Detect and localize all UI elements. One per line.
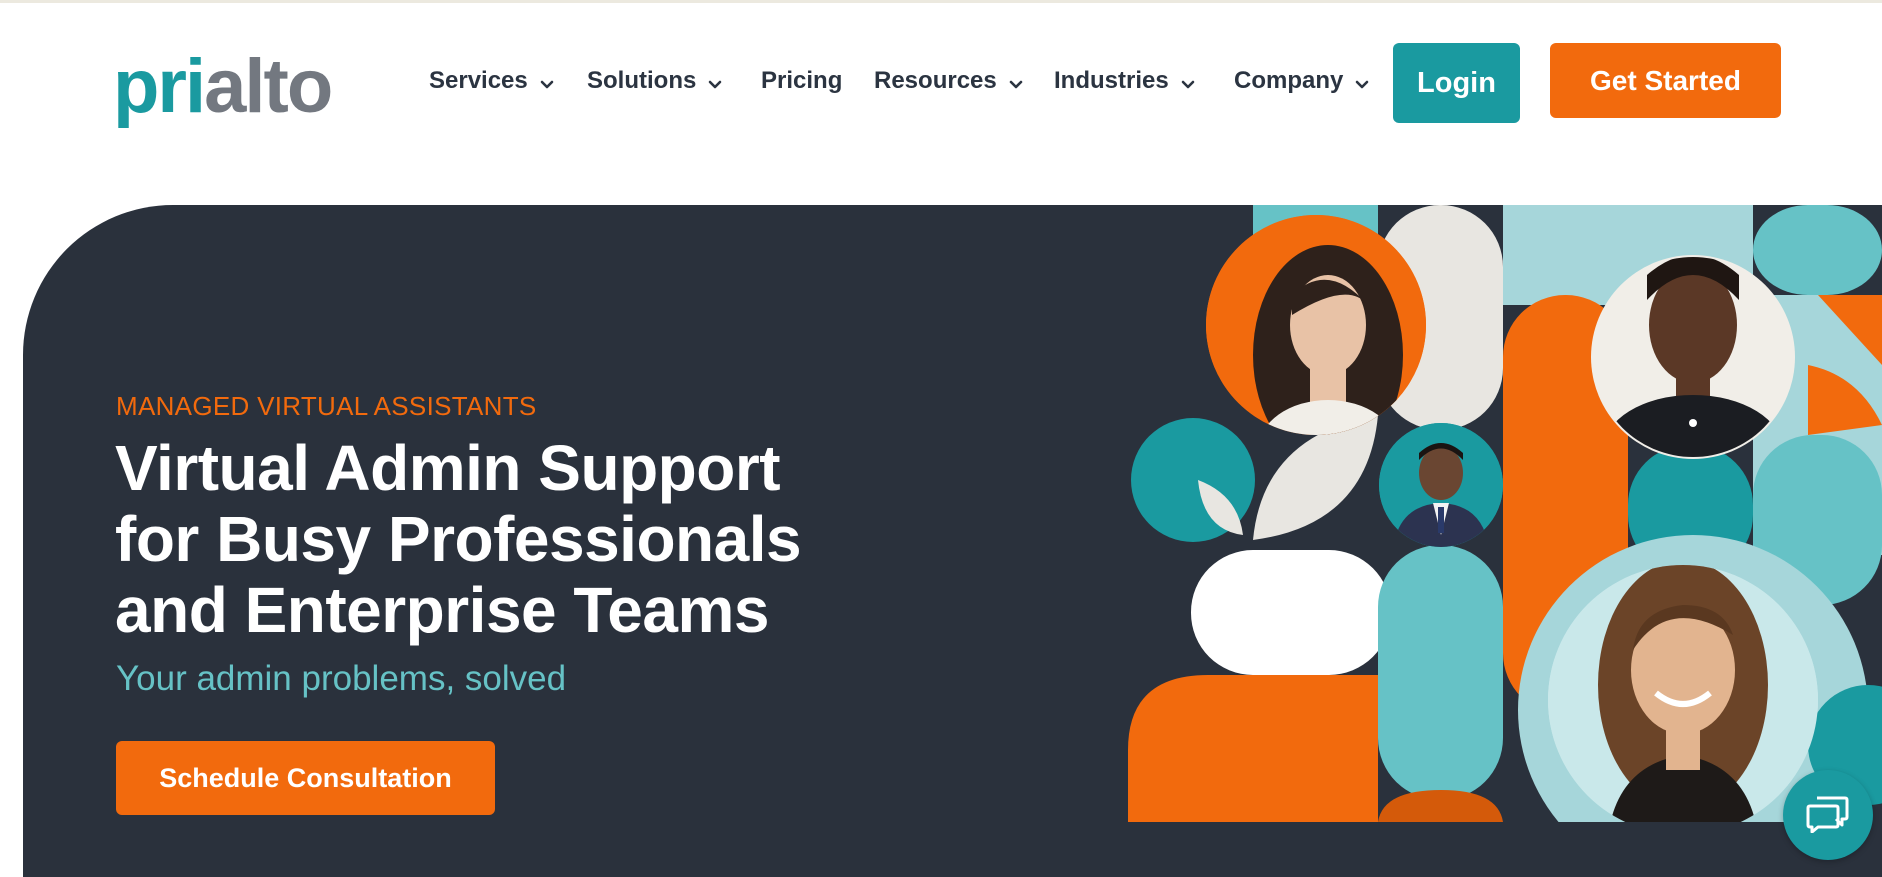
hero-collage xyxy=(1128,205,1882,822)
logo-part-pri: pri xyxy=(113,44,206,129)
collage-graphic xyxy=(1128,205,1882,822)
hero-headline: Virtual Admin Support for Busy Professio… xyxy=(115,433,875,646)
nav-label-resources: Resources xyxy=(874,67,997,94)
headline-line-3: and Enterprise Teams xyxy=(115,574,769,646)
nav-item-solutions[interactable]: Solutions xyxy=(587,63,724,99)
hero-subheadline: Your admin problems, solved xyxy=(116,659,567,698)
logo-part-alto: alto xyxy=(204,44,333,129)
nav-label-solutions: Solutions xyxy=(587,67,697,94)
chevron-down-icon xyxy=(538,72,556,90)
nav-item-company[interactable]: Company xyxy=(1234,63,1371,99)
nav-item-pricing[interactable]: Pricing xyxy=(761,63,842,99)
nav-item-resources[interactable]: Resources xyxy=(874,63,1025,99)
nav-item-industries[interactable]: Industries xyxy=(1054,63,1197,99)
chat-bubbles-icon xyxy=(1806,793,1850,838)
site-header: prialto Services Solutions Pricing Resou… xyxy=(0,3,1882,163)
headline-line-2: for Busy Professionals xyxy=(115,503,802,575)
nav-label-company: Company xyxy=(1234,67,1344,94)
nav-item-services[interactable]: Services xyxy=(429,63,556,99)
hero-eyebrow: MANAGED VIRTUAL ASSISTANTS xyxy=(116,391,537,421)
nav-label-pricing: Pricing xyxy=(761,67,843,94)
prialto-logo[interactable]: prialto xyxy=(113,49,333,125)
chevron-down-icon xyxy=(1353,72,1371,90)
chat-button[interactable] xyxy=(1783,770,1873,860)
chevron-down-icon xyxy=(1007,72,1025,90)
schedule-consultation-button[interactable]: Schedule Consultation xyxy=(116,741,495,815)
chevron-down-icon xyxy=(706,72,724,90)
get-started-button[interactable]: Get Started xyxy=(1550,43,1781,118)
login-button[interactable]: Login xyxy=(1393,43,1520,123)
nav-label-industries: Industries xyxy=(1054,67,1169,94)
nav-label-services: Services xyxy=(429,67,528,94)
chevron-down-icon xyxy=(1179,72,1197,90)
headline-line-1: Virtual Admin Support xyxy=(115,432,781,504)
person-photo-man-suit xyxy=(1379,423,1503,547)
